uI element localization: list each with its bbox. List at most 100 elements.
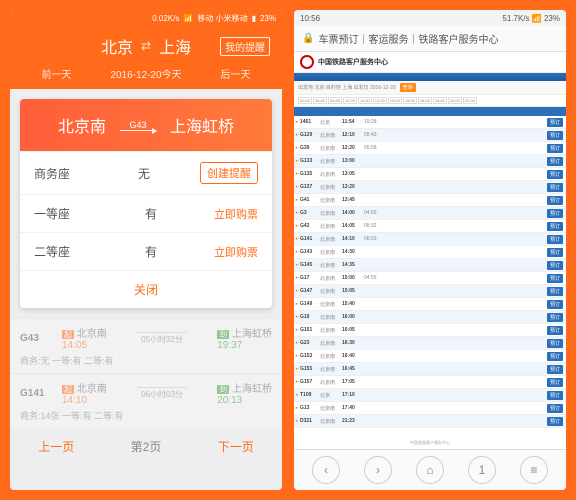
book-button[interactable]: 预订 bbox=[547, 261, 563, 270]
time-chip[interactable]: 10:00 bbox=[343, 97, 357, 104]
swap-icon[interactable]: ⇄ bbox=[141, 39, 151, 53]
table-row[interactable]: ▸G135北京南13:05预订 bbox=[294, 168, 566, 181]
table-row[interactable]: ▸G151北京南16:05预订 bbox=[294, 324, 566, 337]
table-row[interactable]: ▸G133北京南13:00预订 bbox=[294, 155, 566, 168]
book-button[interactable]: 预订 bbox=[547, 378, 563, 387]
time-chip[interactable]: 16:00 bbox=[418, 97, 432, 104]
table-row[interactable]: ▸G149北京南15:40预订 bbox=[294, 298, 566, 311]
book-button[interactable]: 预订 bbox=[547, 235, 563, 244]
close-button[interactable]: 关闭 bbox=[20, 270, 272, 308]
table-row[interactable]: ▸T109北京17:10预订 bbox=[294, 389, 566, 402]
prev-page-button[interactable]: 上一页 bbox=[38, 438, 74, 455]
table-row[interactable]: ▸G3北京南14:0004:55预订 bbox=[294, 207, 566, 220]
table-row[interactable]: ▸G147北京南15:05预订 bbox=[294, 285, 566, 298]
table-row[interactable]: ▸G143北京南14:30预订 bbox=[294, 246, 566, 259]
row-station: 北京南 bbox=[320, 405, 342, 412]
menu-button[interactable]: ≡ bbox=[520, 456, 548, 484]
home-button[interactable]: ⌂ bbox=[416, 456, 444, 484]
table-row[interactable]: ▸G157北京南17:05预订 bbox=[294, 376, 566, 389]
tabs-button[interactable]: 1 bbox=[468, 456, 496, 484]
table-row[interactable]: ▸G129北京南12:1005:43预订 bbox=[294, 129, 566, 142]
table-row[interactable]: ▸G141北京南14:1006:03预订 bbox=[294, 233, 566, 246]
table-row[interactable]: ▸1461北京11:5419:28预订 bbox=[294, 116, 566, 129]
book-button[interactable]: 预订 bbox=[547, 183, 563, 192]
time-chip[interactable]: 22:00 bbox=[463, 97, 477, 104]
row-station: 北京南 bbox=[320, 366, 342, 373]
dep-time: 14:05 bbox=[62, 340, 87, 351]
route-header: 北京 ⇄ 上海 我的提醒 前一天 2016-12-20今天 后一天 bbox=[10, 26, 282, 89]
row-train-no: G155 bbox=[300, 366, 320, 372]
site-name: 中国铁路客户服务中心 bbox=[318, 57, 560, 67]
table-row[interactable]: ▸G39北京南12:2005:58预订 bbox=[294, 142, 566, 155]
train-item[interactable]: G141起 北京南14:1006小时03分到 上海虹桥20:13商务:14张 一… bbox=[10, 373, 282, 428]
row-station: 北京南 bbox=[320, 327, 342, 334]
modal-header: 北京南 G43 上海虹桥 bbox=[20, 99, 272, 151]
row-station: 北京南 bbox=[320, 340, 342, 347]
book-button[interactable]: 预订 bbox=[547, 118, 563, 127]
book-button[interactable]: 预订 bbox=[547, 417, 563, 426]
next-page-button[interactable]: 下一页 bbox=[218, 438, 254, 455]
book-button[interactable]: 预订 bbox=[547, 274, 563, 283]
row-dep-time: 13:45 bbox=[342, 197, 364, 203]
book-button[interactable]: 预订 bbox=[547, 326, 563, 335]
row-dep-time: 14:05 bbox=[342, 223, 364, 229]
battery-icon: ▮ bbox=[252, 14, 256, 23]
book-button[interactable]: 预订 bbox=[547, 222, 563, 231]
time-chip[interactable]: 00:00 bbox=[298, 97, 312, 104]
date-picker[interactable]: 2016-12-20今天 bbox=[110, 66, 181, 81]
table-row[interactable]: ▸G43北京南14:0505:32预订 bbox=[294, 220, 566, 233]
table-row[interactable]: ▸D321北京南21:23预订 bbox=[294, 415, 566, 428]
book-button[interactable]: 预订 bbox=[547, 365, 563, 374]
book-button[interactable]: 预订 bbox=[547, 196, 563, 205]
book-button[interactable]: 预订 bbox=[547, 248, 563, 257]
address-bar[interactable]: 🔒 车票预订｜客运服务｜铁路客户服务中心 bbox=[294, 26, 566, 52]
book-button[interactable]: 预订 bbox=[547, 287, 563, 296]
nav-bar[interactable] bbox=[294, 73, 566, 81]
book-button[interactable]: 预订 bbox=[547, 300, 563, 309]
table-row[interactable]: ▸G137北京南13:20预订 bbox=[294, 181, 566, 194]
book-button[interactable]: 预订 bbox=[547, 209, 563, 218]
book-button[interactable]: 预订 bbox=[547, 339, 563, 348]
signal-icon: 📶 bbox=[183, 14, 193, 23]
book-button[interactable]: 预订 bbox=[547, 352, 563, 361]
row-station: 北京南 bbox=[320, 275, 342, 282]
seat-type: 二等座 bbox=[34, 243, 88, 260]
prev-day-button[interactable]: 前一天 bbox=[41, 66, 71, 81]
seat-action-button[interactable]: 立即购票 bbox=[214, 206, 258, 222]
table-row[interactable]: ▸G13北京南17:40预订 bbox=[294, 402, 566, 415]
table-row[interactable]: ▸G19北京南16:00预订 bbox=[294, 311, 566, 324]
back-button[interactable]: ‹ bbox=[312, 456, 340, 484]
table-row[interactable]: ▸G17北京南15:0004:55预订 bbox=[294, 272, 566, 285]
my-reminders-button[interactable]: 我的提醒 bbox=[220, 37, 270, 56]
time-chip[interactable]: 18:00 bbox=[433, 97, 447, 104]
seat-action-button[interactable]: 创建提醒 bbox=[200, 162, 258, 184]
table-row[interactable]: ▸G155北京南16:45预订 bbox=[294, 363, 566, 376]
time-chip[interactable]: 08:00 bbox=[328, 97, 342, 104]
row-dep-time: 13:00 bbox=[342, 158, 364, 164]
table-row[interactable]: ▸G153北京南16:40预订 bbox=[294, 350, 566, 363]
row-station: 北京南 bbox=[320, 171, 342, 178]
time-chip[interactable]: 11:00 bbox=[358, 97, 372, 104]
seat-action-button[interactable]: 立即购票 bbox=[214, 244, 258, 260]
row-station: 北京 bbox=[320, 392, 342, 399]
forward-button[interactable]: › bbox=[364, 456, 392, 484]
time-chip[interactable]: 13:00 bbox=[388, 97, 402, 104]
book-button[interactable]: 预订 bbox=[547, 157, 563, 166]
time-chip[interactable]: 12:00 bbox=[373, 97, 387, 104]
table-row[interactable]: ▸G145北京南14:35预订 bbox=[294, 259, 566, 272]
book-button[interactable]: 预订 bbox=[547, 313, 563, 322]
time-chip[interactable]: 15:00 bbox=[403, 97, 417, 104]
book-button[interactable]: 预订 bbox=[547, 144, 563, 153]
train-item[interactable]: G43起 北京南14:0505小时32分到 上海虹桥19:37商务:无 一等:有… bbox=[10, 318, 282, 373]
search-button[interactable]: 查询 bbox=[400, 83, 416, 92]
book-button[interactable]: 预订 bbox=[547, 170, 563, 179]
table-row[interactable]: ▸G41北京南13:45预订 bbox=[294, 194, 566, 207]
book-button[interactable]: 预订 bbox=[547, 404, 563, 413]
time-chip[interactable]: 20:00 bbox=[448, 97, 462, 104]
book-button[interactable]: 预订 bbox=[547, 391, 563, 400]
next-day-button[interactable]: 后一天 bbox=[221, 66, 251, 81]
train-no: G141 bbox=[20, 388, 56, 399]
time-chip[interactable]: 06:00 bbox=[313, 97, 327, 104]
book-button[interactable]: 预订 bbox=[547, 131, 563, 140]
table-row[interactable]: ▸G23北京南16:30预订 bbox=[294, 337, 566, 350]
